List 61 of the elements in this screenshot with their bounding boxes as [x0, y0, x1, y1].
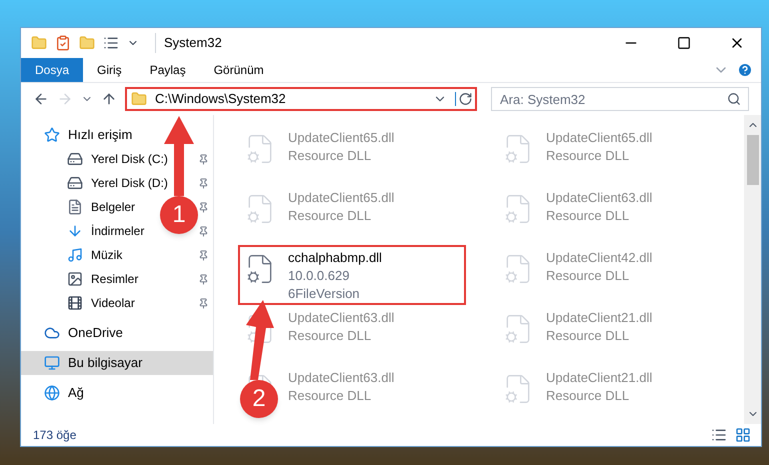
file-detail: Resource DLL [546, 387, 630, 405]
sidebar-item[interactable]: İndirmeler [91, 222, 144, 240]
list-icon[interactable] [103, 35, 119, 51]
address-bar[interactable]: C:\Windows\System32 [125, 87, 477, 111]
cloud-icon [44, 325, 60, 341]
sidebar-item[interactable]: Resimler [91, 270, 138, 288]
globe-icon [44, 385, 60, 401]
properties-icon[interactable] [55, 35, 71, 51]
file-name[interactable]: cchalphabmp.dll [288, 249, 382, 267]
pin-icon[interactable] [198, 250, 209, 260]
search-field[interactable]: Ara: System32 [491, 87, 749, 111]
large-icons-view-icon[interactable] [735, 427, 751, 443]
status-count: 173 öğe [33, 427, 78, 444]
ribbon-tab[interactable]: Paylaş [136, 58, 200, 82]
folder-icon [131, 91, 147, 107]
sidebar-item[interactable]: Videolar [91, 294, 135, 312]
help-icon[interactable] [737, 62, 753, 78]
ribbon-tab[interactable]: Görünüm [200, 58, 278, 82]
sidebar-item[interactable]: Bu bilgisayar [21, 351, 213, 375]
document-icon [67, 199, 83, 215]
sidebar-item[interactable]: OneDrive [21, 321, 213, 345]
file-detail: Resource DLL [288, 387, 372, 405]
sidebar-item[interactable]: Ağ [21, 381, 213, 405]
back-icon[interactable] [33, 91, 49, 107]
details-view-icon[interactable] [711, 427, 727, 443]
pin-icon[interactable] [198, 274, 209, 284]
sidebar-item[interactable]: Belgeler [91, 198, 136, 216]
file-detail: Resource DLL [288, 147, 372, 165]
sidebar-item[interactable]: Hızlı erişim [21, 123, 213, 147]
sidebar-item[interactable]: Müzik [91, 246, 122, 264]
picture-icon [67, 271, 83, 287]
file-detail: Resource DLL [288, 327, 372, 345]
pin-icon[interactable] [198, 202, 209, 212]
drive-icon [67, 175, 83, 191]
file-detail: Resource DLL [546, 327, 630, 345]
sidebar-item[interactable]: Yerel Disk (D:) [91, 174, 168, 192]
file-detail: Resource DLL [288, 207, 372, 225]
file-detail: Resource DLL [546, 147, 630, 165]
ribbon-tab[interactable]: Giriş [83, 58, 136, 82]
file-detail: Resource DLL [546, 267, 630, 285]
up-icon[interactable] [101, 91, 117, 107]
refresh-icon[interactable] [455, 92, 473, 106]
window-title: System32 [155, 33, 222, 53]
maximize-icon[interactable] [677, 36, 691, 50]
pin-icon[interactable] [198, 298, 209, 308]
scrollbar[interactable] [744, 115, 761, 424]
ribbon-tab[interactable]: Dosya [21, 58, 84, 82]
sidebar-item[interactable]: Yerel Disk (C:) [91, 150, 168, 168]
drive-icon [67, 151, 83, 167]
file-detail: Resource DLL [546, 207, 630, 225]
scroll-thumb[interactable] [746, 135, 758, 185]
pin-icon[interactable] [198, 178, 209, 188]
pin-icon[interactable] [198, 226, 209, 236]
film-icon [67, 295, 83, 311]
file-detail: 10.0.0.629 [288, 267, 350, 285]
star-icon [44, 127, 60, 143]
search-icon [727, 92, 741, 106]
file-detail: 6FileVersion [288, 285, 361, 303]
music-note-icon [67, 247, 83, 263]
pin-icon[interactable] [198, 154, 209, 164]
monitor-icon [44, 355, 60, 371]
